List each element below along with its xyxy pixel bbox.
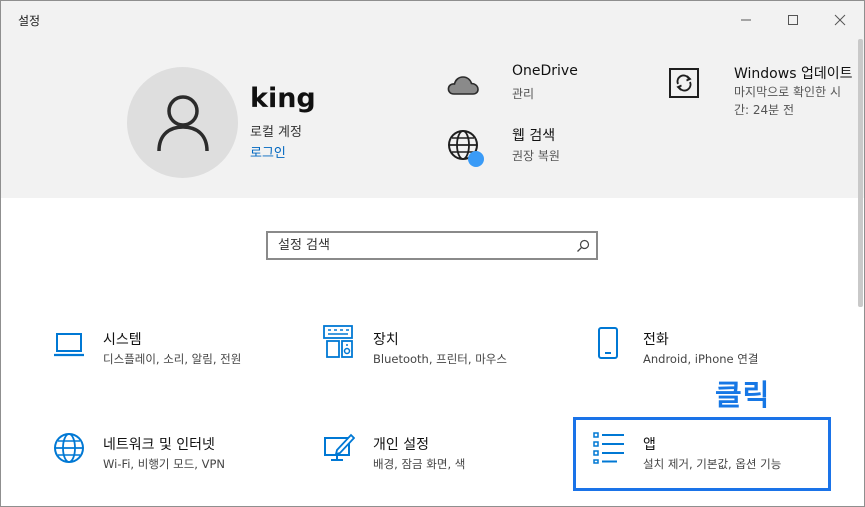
category-personalization-title: 개인 설정 [373, 437, 429, 453]
click-annotation: 클릭 [715, 378, 771, 412]
category-devices-title: 장치 [373, 332, 399, 348]
category-apps[interactable]: 앱 설치 제거, 기본값, 옵션 기능 [593, 432, 843, 498]
settings-search[interactable] [266, 231, 598, 260]
category-personalization-subtitle: 배경, 잠금 화면, 색 [373, 457, 466, 471]
minimize-button[interactable] [723, 1, 769, 39]
personalization-icon [324, 433, 355, 461]
account-name: king [250, 83, 316, 114]
close-button[interactable] [817, 1, 863, 39]
windows-update-subtitle-2: 간: 24분 전 [734, 103, 795, 117]
devices-icon [323, 325, 353, 358]
close-icon [834, 14, 846, 26]
onedrive-subtitle: 관리 [512, 87, 535, 101]
category-system-subtitle: 디스플레이, 소리, 알림, 전원 [103, 352, 242, 366]
category-network[interactable]: 네트워크 및 인터넷 Wi-Fi, 비행기 모드, VPN [53, 433, 303, 498]
title-bar: 설정 [1, 1, 864, 39]
search-input[interactable] [268, 233, 568, 258]
category-phone-title: 전화 [643, 332, 669, 348]
account-header: king 로컬 계정 로그인 OneDrive 관리 웹 검색 권장 복원 Wi… [1, 39, 864, 198]
window-title: 설정 [18, 14, 41, 28]
onedrive-item[interactable]: OneDrive 관리 [447, 61, 627, 101]
category-personalization[interactable]: 개인 설정 배경, 잠금 화면, 색 [323, 433, 573, 498]
maximize-button[interactable] [770, 1, 816, 39]
search-icon[interactable] [576, 239, 590, 253]
category-devices[interactable]: 장치 Bluetooth, 프린터, 마우스 [323, 325, 573, 393]
windows-update-title: Windows 업데이트 [734, 66, 853, 82]
minimize-icon [741, 19, 751, 21]
windows-update-subtitle-1: 마지막으로 확인한 시 [734, 85, 841, 99]
onedrive-title: OneDrive [512, 63, 578, 79]
category-phone-subtitle: Android, iPhone 연결 [643, 352, 759, 366]
scrollbar[interactable] [858, 39, 863, 307]
maximize-icon [788, 15, 798, 25]
laptop-icon [54, 333, 84, 357]
account-type: 로컬 계정 [250, 125, 302, 140]
web-search-subtitle: 권장 복원 [512, 149, 560, 163]
web-search-title: 웹 검색 [512, 128, 556, 144]
cloud-icon [447, 76, 479, 95]
category-network-subtitle: Wi-Fi, 비행기 모드, VPN [103, 457, 226, 471]
category-apps-subtitle: 설치 제거, 기본값, 옵션 기능 [643, 457, 782, 471]
category-network-title: 네트워크 및 인터넷 [103, 437, 215, 453]
globe-icon [448, 130, 484, 167]
globe-icon [54, 433, 84, 463]
phone-icon [598, 327, 618, 359]
settings-window: 설정 king 로컬 계정 로그인 OneDrive 관리 웹 검색 권장 복원… [0, 0, 865, 507]
apps-list-icon [593, 432, 624, 464]
login-link[interactable]: 로그인 [250, 142, 286, 161]
category-system[interactable]: 시스템 디스플레이, 소리, 알림, 전원 [53, 329, 303, 393]
category-system-title: 시스템 [103, 332, 142, 348]
category-devices-subtitle: Bluetooth, 프린터, 마우스 [373, 352, 507, 366]
user-icon [156, 94, 209, 151]
web-search-item[interactable]: 웹 검색 권장 복원 [447, 125, 627, 171]
category-apps-title: 앱 [643, 437, 656, 453]
avatar[interactable] [127, 67, 238, 178]
sync-icon [669, 68, 699, 98]
windows-update-item[interactable]: Windows 업데이트 마지막으로 확인한 시 간: 24분 전 [668, 61, 858, 121]
